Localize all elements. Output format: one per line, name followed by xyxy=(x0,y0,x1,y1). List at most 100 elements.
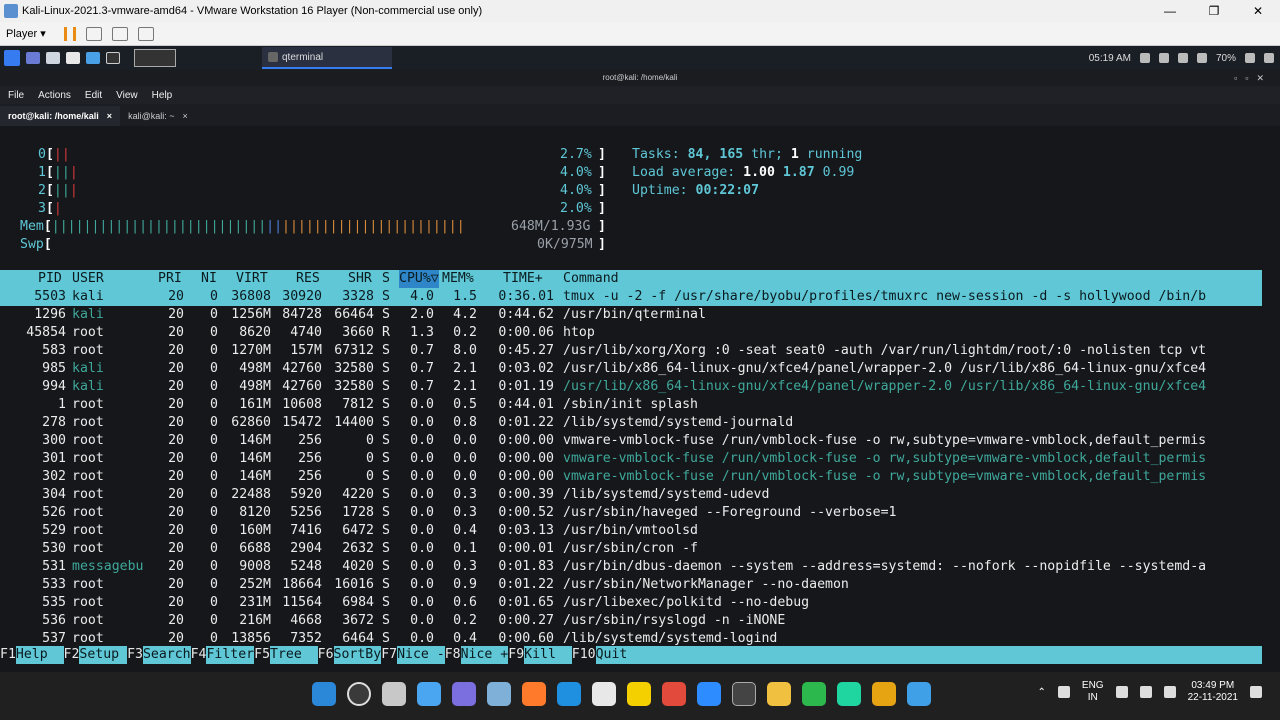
vmware-taskbar-icon[interactable] xyxy=(872,682,896,706)
desktop-icon[interactable] xyxy=(26,52,40,64)
process-table-header: PID USER PRI NI VIRT RES SHR S CPU%▽ MEM… xyxy=(0,270,1262,288)
lock-icon[interactable] xyxy=(1245,53,1255,63)
col-pid[interactable]: PID xyxy=(38,270,62,288)
fkey-f1[interactable]: F1 Help xyxy=(0,646,64,664)
terminal-icon[interactable] xyxy=(732,682,756,706)
battery-indicator[interactable]: 70% xyxy=(1216,53,1236,64)
start-icon[interactable] xyxy=(312,682,336,706)
android-studio-icon[interactable] xyxy=(802,682,826,706)
col-time[interactable]: TIME+ xyxy=(503,270,543,288)
player-menu[interactable]: Player ▾ xyxy=(6,27,52,40)
fkey-f10[interactable]: F10 Quit xyxy=(571,646,1262,664)
fkey-f2[interactable]: F2 Setup xyxy=(63,646,128,664)
workspace-switcher[interactable] xyxy=(134,49,176,67)
cell-mem: 0.6 xyxy=(453,595,477,610)
col-ni[interactable]: NI xyxy=(201,270,217,288)
mem-value: 648M/1.93G xyxy=(511,219,591,234)
taskbar-item-qterminal[interactable]: qterminal xyxy=(262,47,392,69)
file-manager-icon[interactable] xyxy=(46,52,60,64)
power-icon[interactable] xyxy=(1264,53,1274,63)
tab-close-icon[interactable]: × xyxy=(182,111,187,121)
menu-edit[interactable]: Edit xyxy=(85,90,102,101)
pause-icon[interactable] xyxy=(64,26,76,41)
photos-icon[interactable] xyxy=(487,682,511,706)
zoom-icon[interactable] xyxy=(697,682,721,706)
cell-user: root xyxy=(72,469,104,484)
col-command[interactable]: Command xyxy=(563,270,619,288)
file-explorer-icon[interactable] xyxy=(767,682,791,706)
fkey-f8[interactable]: F8 Nice + xyxy=(444,646,509,664)
fkey-f3[interactable]: F3 Search xyxy=(127,646,191,664)
language-indicator[interactable]: ENG IN xyxy=(1082,680,1104,704)
task-view-icon[interactable] xyxy=(382,682,406,706)
browser-icon[interactable] xyxy=(86,52,100,64)
tab-root[interactable]: root@kali: /home/kali × xyxy=(0,106,121,126)
menu-file[interactable]: File xyxy=(8,90,24,101)
wifi-icon[interactable] xyxy=(1115,686,1128,698)
cell-pid: 45854 xyxy=(26,325,66,340)
cell-user: root xyxy=(72,343,104,358)
sticky-notes-icon[interactable] xyxy=(627,682,651,706)
col-cpu-sorted[interactable]: CPU%▽ xyxy=(399,270,439,288)
restore-button[interactable]: ❐ xyxy=(1192,4,1236,18)
cell-pid: 531 xyxy=(42,559,66,574)
tab-close-icon[interactable]: × xyxy=(107,111,112,121)
fkey-f4[interactable]: F4 Filter xyxy=(190,646,255,664)
network-icon[interactable] xyxy=(1177,53,1188,63)
fkey-key: F1 xyxy=(0,646,16,664)
microphone-icon[interactable] xyxy=(1057,686,1070,698)
fkey-f7[interactable]: F7 Nice - xyxy=(381,646,445,664)
fkey-f6[interactable]: F6 SortBy xyxy=(317,646,382,664)
col-mem[interactable]: MEM% xyxy=(442,270,474,288)
fkey-label: Search xyxy=(142,646,191,664)
speaker-icon[interactable] xyxy=(1139,686,1152,698)
terminal-window-controls[interactable]: ▫▫✕ xyxy=(1234,70,1272,86)
htop-screen[interactable]: 0[|| 1[||| 2[||| 3[| 2.7% 4.0% 4.0% 2.0%… xyxy=(0,126,1280,672)
notification-bell-icon[interactable] xyxy=(1196,53,1207,63)
fkey-label: SortBy xyxy=(333,646,382,664)
clock[interactable]: 05:19 AM xyxy=(1089,53,1131,64)
cell-mem: 0.0 xyxy=(453,433,477,448)
text-editor-icon[interactable] xyxy=(66,52,80,64)
terminal-icon[interactable] xyxy=(106,52,120,64)
col-user[interactable]: USER xyxy=(72,270,104,288)
fkey-label: Help xyxy=(15,646,64,664)
chrome-icon[interactable] xyxy=(662,682,686,706)
cell-pid: 278 xyxy=(42,415,66,430)
fullscreen-icon[interactable] xyxy=(112,26,128,41)
menu-help[interactable]: Help xyxy=(152,90,173,101)
search-icon[interactable] xyxy=(347,682,371,706)
cpu-meter-2: 2[||| xyxy=(38,183,78,198)
fkey-key: F6 xyxy=(317,646,334,664)
vmware-toolbar: Player ▾ xyxy=(0,22,1280,46)
widgets-icon[interactable] xyxy=(417,682,441,706)
menu-view[interactable]: View xyxy=(116,90,138,101)
battery-icon[interactable] xyxy=(1163,686,1176,698)
chevron-up-icon[interactable]: ⌃ xyxy=(1038,687,1046,698)
kali-menu-icon[interactable] xyxy=(4,50,20,66)
fkey-key: F4 xyxy=(190,646,207,664)
display-icon[interactable] xyxy=(1139,53,1150,63)
edge-icon[interactable] xyxy=(557,682,581,706)
app-icon[interactable] xyxy=(837,682,861,706)
volume-icon[interactable] xyxy=(1158,53,1169,63)
store-icon[interactable] xyxy=(592,682,616,706)
col-state[interactable]: S xyxy=(382,270,390,288)
col-shr[interactable]: SHR xyxy=(348,270,372,288)
col-virt[interactable]: VIRT xyxy=(236,270,268,288)
moon-icon[interactable] xyxy=(1250,686,1262,698)
firefox-icon[interactable] xyxy=(522,682,546,706)
col-pri[interactable]: PRI xyxy=(158,270,182,288)
fkey-f9[interactable]: F9 Kill xyxy=(508,646,572,664)
windows-clock[interactable]: 03:49 PM 22-11-2021 xyxy=(1188,680,1238,704)
minimize-button[interactable]: — xyxy=(1148,4,1192,18)
chat-icon[interactable] xyxy=(452,682,476,706)
unity-icon[interactable] xyxy=(138,26,154,41)
col-res[interactable]: RES xyxy=(296,270,320,288)
close-button[interactable]: ✕ xyxy=(1236,4,1280,18)
notepad-icon[interactable] xyxy=(907,682,931,706)
fkey-f5[interactable]: F5 Tree xyxy=(254,646,318,664)
send-ctrl-alt-del-icon[interactable] xyxy=(86,26,102,41)
menu-actions[interactable]: Actions xyxy=(38,90,71,101)
tab-kali[interactable]: kali@kali: ~ × xyxy=(120,106,196,126)
